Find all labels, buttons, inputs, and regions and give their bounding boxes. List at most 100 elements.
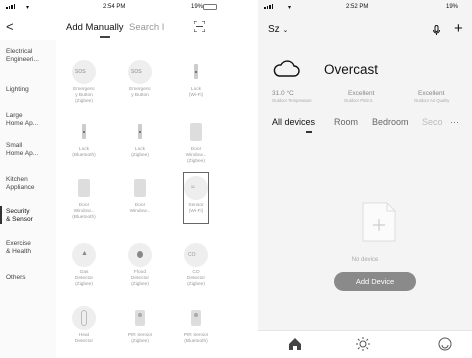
weather-caption-air: Outdoor Air Quality — [414, 98, 450, 103]
device-item[interactable]: ▲ Gas Detector (Zigbee) — [58, 243, 110, 287]
device-item[interactable]: Flood Detector (Zigbee) — [114, 243, 166, 287]
wifi-icon: ▾ — [288, 5, 292, 11]
tab-bedroom[interactable]: Bedroom — [372, 117, 409, 127]
device-label: Lock (Bluetooth) — [72, 147, 96, 158]
more-icon[interactable]: ··· — [450, 117, 459, 127]
no-device-icon — [362, 202, 396, 242]
device-label: Emergenc y Button (Zigbee) — [73, 87, 95, 104]
device-item[interactable]: Door Window... (Bluetooth) — [58, 176, 110, 220]
device-label: Lock (Zigbee) — [131, 147, 149, 158]
water-drop-icon — [128, 243, 152, 267]
sos-button-icon: SOS — [72, 60, 96, 84]
add-device-button[interactable]: Add Device — [334, 272, 416, 291]
home-screen: ▾ 2:52 PM 19% Sz ⌄ + Overcast 31.0 °C Ou… — [258, 0, 472, 358]
device-label: Flood Detector (Zigbee) — [130, 270, 150, 287]
weather-stat-pm25: Excellent — [348, 90, 375, 97]
sos-button-icon: SOS — [128, 60, 152, 84]
device-item[interactable]: PIR Sensor (Bluetooth) — [170, 306, 222, 345]
weather-caption-temp: Outdoor Temperature — [272, 98, 312, 103]
device-label: Door Window... — [129, 203, 151, 214]
bottom-nav — [258, 330, 472, 358]
device-label: PIR Sensor (Bluetooth) — [183, 333, 209, 344]
status-bar: ▾ 2:52 PM 19% — [258, 0, 472, 16]
co2-icon: CO — [184, 243, 208, 267]
signal-icon — [264, 4, 273, 9]
device-label: Emergenc y Button — [129, 87, 151, 98]
category-sidebar: Electrical Engineeri... Lighting Large Hom… — [0, 40, 56, 358]
tab-search[interactable]: Search I — [129, 22, 164, 33]
door-sensor-icon — [72, 176, 96, 200]
signal-icon — [6, 4, 15, 9]
device-label: Lock (Wi-Fi) — [188, 87, 204, 98]
icon-text: SOS — [75, 69, 86, 75]
flame-icon: ▲ — [72, 243, 96, 267]
weather-condition: Overcast — [324, 62, 379, 77]
device-item[interactable]: PIR Sensor (Zigbee) — [114, 306, 166, 345]
pir-sensor-icon — [184, 306, 208, 330]
tab-room[interactable]: Room — [334, 117, 358, 127]
tab-underline — [100, 36, 110, 38]
sidebar-item[interactable]: Others — [6, 274, 54, 282]
cloud-icon — [273, 60, 300, 77]
pir-sensor-icon — [128, 306, 152, 330]
battery-icon — [203, 4, 217, 10]
tab-second[interactable]: Seco — [422, 117, 443, 127]
sidebar-item[interactable]: Small Home Ap... — [6, 142, 54, 158]
lock-icon — [184, 60, 208, 84]
device-item[interactable]: Door Window... — [114, 176, 166, 215]
microphone-icon[interactable] — [432, 25, 441, 36]
header: < Add Manually Search I — [0, 17, 236, 39]
scan-icon[interactable] — [194, 21, 205, 32]
tab-all-devices[interactable]: All devices — [272, 117, 315, 127]
device-label: Door Window... (Zigbee) — [185, 147, 207, 164]
chevron-down-icon: ⌄ — [282, 27, 289, 34]
device-label: CO Detector (Zigbee) — [186, 270, 206, 287]
device-item[interactable]: Lock (Bluetooth) — [58, 120, 110, 159]
device-item[interactable]: CO CO Detector (Zigbee) — [170, 243, 222, 287]
sidebar-item[interactable]: Exercise & Health — [6, 240, 54, 256]
tab-add-manually[interactable]: Add Manually — [66, 22, 124, 33]
weather-caption-pm25: Outdoor PM2.5 — [344, 98, 373, 103]
device-item[interactable]: SOS Emergenc y Button — [114, 60, 166, 99]
weather-stat-air: Excellent — [418, 90, 445, 97]
battery-level: 19% — [446, 4, 459, 10]
icon-text: SOS — [131, 69, 142, 75]
home-name: Sz — [268, 24, 280, 35]
home-icon[interactable] — [288, 337, 302, 351]
room-tabs: All devices Room Bedroom Seco ··· — [272, 117, 472, 133]
device-item[interactable]: Heat Detector — [58, 306, 110, 345]
sidebar-item[interactable]: Security & Sensor — [6, 208, 54, 224]
device-item[interactable]: Lock (Wi-Fi) — [170, 60, 222, 99]
device-item[interactable]: Lock (Zigbee) — [114, 120, 166, 159]
device-grid: SOS Emergenc y Button (Zigbee) SOS Emergenc… — [58, 40, 236, 358]
add-device-screen: ▾ 2:54 PM 19% < Add Manually Search I El… — [0, 0, 236, 358]
status-time: 2:52 PM — [346, 4, 369, 10]
sidebar-active-indicator — [0, 206, 2, 224]
door-sensor-icon — [128, 176, 152, 200]
device-label: PIR Sensor (Zigbee) — [127, 333, 153, 344]
wifi-icon: ▾ — [26, 5, 30, 11]
sun-icon[interactable] — [356, 337, 370, 351]
sidebar-item[interactable]: Kitchen Appliance — [6, 176, 54, 192]
device-label: Gas Detector (Zigbee) — [74, 270, 94, 287]
device-item[interactable]: Door Window... (Zigbee) — [170, 120, 222, 164]
tab-underline — [306, 131, 312, 133]
device-label: Heat Detector — [74, 333, 94, 344]
battery-level: 19% — [191, 4, 204, 10]
sidebar-item[interactable]: Large Home Ap... — [6, 112, 54, 128]
device-label: Door Window... (Bluetooth) — [72, 203, 96, 220]
lock-icon — [72, 120, 96, 144]
status-time: 2:54 PM — [103, 4, 126, 10]
home-selector[interactable]: Sz ⌄ — [268, 24, 288, 35]
thermometer-icon — [72, 306, 96, 330]
add-icon[interactable]: + — [454, 20, 463, 37]
back-button[interactable]: < — [6, 19, 14, 34]
sidebar-item[interactable]: Electrical Engineeri... — [6, 48, 54, 64]
weather-stat-temp: 31.0 °C — [272, 90, 294, 97]
device-item[interactable]: SOS Emergenc y Button (Zigbee) — [58, 60, 110, 104]
status-bar: ▾ 2:54 PM 19% — [0, 0, 236, 16]
lock-icon — [128, 120, 152, 144]
profile-icon[interactable] — [438, 337, 452, 351]
icon-text: CO — [188, 252, 196, 258]
sidebar-item[interactable]: Lighting — [6, 86, 54, 94]
